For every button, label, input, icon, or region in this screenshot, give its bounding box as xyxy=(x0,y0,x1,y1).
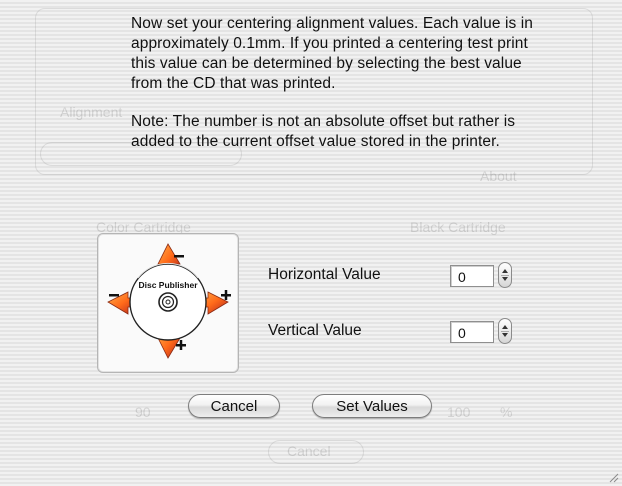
alignment-figure: Disc Publisher xyxy=(97,233,239,373)
minus-top-icon xyxy=(174,255,184,258)
plus-bottom-v xyxy=(179,340,183,350)
cancel-button[interactable]: Cancel xyxy=(188,394,280,418)
background-right-value: 100 xyxy=(447,404,471,420)
stepper-down-icon[interactable] xyxy=(502,333,508,337)
stepper-up-icon[interactable] xyxy=(502,325,508,329)
minus-left-icon xyxy=(109,294,119,297)
stepper-up-icon[interactable] xyxy=(502,269,508,273)
disc-label: Disc Publisher xyxy=(138,280,198,290)
background-left-value: 90 xyxy=(135,404,151,420)
background-cancel-label: Cancel xyxy=(287,443,331,459)
background-unit: % xyxy=(500,404,513,420)
instruction-text: Now set your centering alignment values.… xyxy=(131,14,551,152)
horizontal-value-field[interactable]: 0 xyxy=(450,265,494,287)
horizontal-value-stepper[interactable] xyxy=(498,262,512,288)
vertical-value-stepper[interactable] xyxy=(498,318,512,344)
horizontal-value-label: Horizontal Value xyxy=(268,266,381,283)
set-values-button[interactable]: Set Values xyxy=(312,394,432,418)
background-black-cartridge-label: Black Cartridge xyxy=(410,219,506,235)
plus-right-v xyxy=(224,290,228,300)
background-about-label: About xyxy=(480,168,517,184)
resize-grip-icon[interactable] xyxy=(607,471,619,483)
stepper-down-icon[interactable] xyxy=(502,277,508,281)
disc-alignment-icon: Disc Publisher xyxy=(107,243,231,359)
background-alignment-label: Alignment xyxy=(60,104,123,120)
instruction-message: Now set your centering alignment values.… xyxy=(131,15,534,92)
vertical-value-label: Vertical Value xyxy=(268,322,362,339)
instruction-note: Note: The number is not an absolute offs… xyxy=(131,113,516,150)
vertical-value-field[interactable]: 0 xyxy=(450,321,494,343)
